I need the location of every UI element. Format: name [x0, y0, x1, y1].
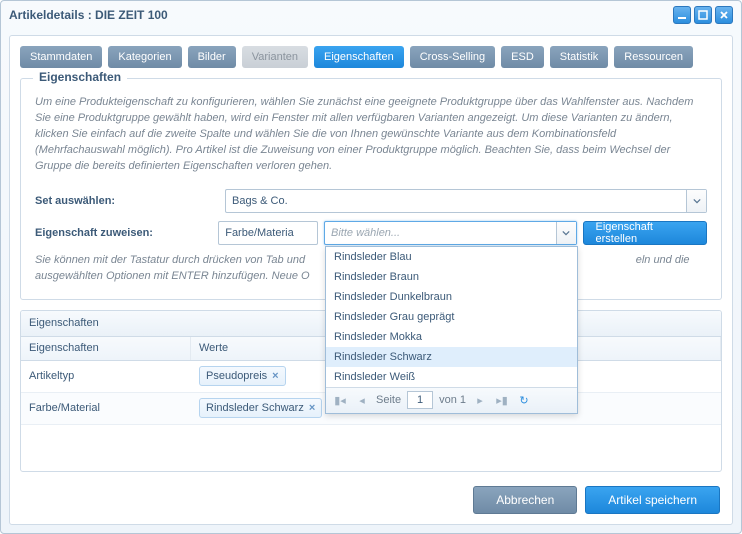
- tab-ressourcen[interactable]: Ressourcen: [614, 46, 693, 68]
- tab-bilder[interactable]: Bilder: [188, 46, 236, 68]
- assign-prop-combo[interactable]: [218, 221, 318, 245]
- assign-label: Eigenschaft zuweisen:: [35, 227, 218, 239]
- page-of: von 1: [439, 394, 466, 406]
- tab-cross-selling[interactable]: Cross-Selling: [410, 46, 495, 68]
- dropdown-item[interactable]: Rindsleder Dunkelbraun: [326, 287, 577, 307]
- tab-esd[interactable]: ESD: [501, 46, 544, 68]
- dropdown-item[interactable]: Rindsleder Blau: [326, 247, 577, 267]
- footer-buttons: Abbrechen Artikel speichern: [473, 486, 720, 514]
- window-title: Artikeldetails : DIE ZEIT 100: [9, 8, 673, 22]
- tab-kategorien[interactable]: Kategorien: [108, 46, 181, 68]
- chevron-down-icon[interactable]: [686, 190, 706, 212]
- set-select-combo[interactable]: [225, 189, 707, 213]
- value-dropdown[interactable]: Rindsleder BlauRindsleder BraunRindslede…: [325, 246, 578, 414]
- cancel-button[interactable]: Abbrechen: [473, 486, 577, 514]
- page-first-icon[interactable]: ▮◂: [332, 392, 348, 408]
- page-label: Seite: [376, 394, 401, 406]
- fieldset-legend: Eigenschaften: [33, 70, 127, 84]
- dropdown-pager: ▮◂ ◂ Seite von 1 ▸ ▸▮ ↻: [326, 387, 577, 413]
- chevron-down-icon[interactable]: [556, 222, 576, 244]
- dropdown-item[interactable]: Rindsleder Weiß: [326, 367, 577, 387]
- close-button[interactable]: [715, 6, 733, 24]
- dropdown-item[interactable]: Rindsleder Braun: [326, 267, 577, 287]
- property-name: Artikeltyp: [21, 370, 191, 382]
- dropdown-list: Rindsleder BlauRindsleder BraunRindslede…: [326, 247, 577, 387]
- value-tag: Rindsleder Schwarz×: [199, 398, 322, 418]
- window-buttons: [673, 6, 733, 24]
- assign-value-combo[interactable]: [324, 221, 577, 245]
- set-select-label: Set auswählen:: [35, 195, 225, 207]
- refresh-icon[interactable]: ↻: [516, 392, 532, 408]
- minimize-button[interactable]: [673, 6, 691, 24]
- window-body: Stammdaten Kategorien Bilder Varianten Eigen…: [9, 35, 733, 525]
- create-property-button[interactable]: Eigenschaft erstellen: [583, 221, 707, 245]
- row-assign-property: Eigenschaft zuweisen: Eigenschaft erstel…: [35, 221, 707, 245]
- remove-tag-icon[interactable]: ×: [272, 370, 278, 382]
- save-button[interactable]: Artikel speichern: [585, 486, 720, 514]
- help-text-1: Um eine Produkteigenschaft zu konfigurie…: [35, 95, 707, 175]
- row-set-select: Set auswählen:: [35, 189, 707, 213]
- tab-eigenschaften[interactable]: Eigenschaften: [314, 46, 404, 68]
- window: Artikeldetails : DIE ZEIT 100 Stammdaten…: [0, 0, 742, 534]
- tab-statistik[interactable]: Statistik: [550, 46, 609, 68]
- dropdown-item[interactable]: Rindsleder Grau geprägt: [326, 307, 577, 327]
- page-input[interactable]: [407, 391, 433, 409]
- tab-varianten: Varianten: [242, 46, 308, 68]
- dropdown-item[interactable]: Rindsleder Schwarz: [326, 347, 577, 367]
- tab-bar: Stammdaten Kategorien Bilder Varianten Eigen…: [20, 46, 722, 68]
- dropdown-item[interactable]: Rindsleder Mokka: [326, 327, 577, 347]
- titlebar: Artikeldetails : DIE ZEIT 100: [1, 1, 741, 29]
- page-last-icon[interactable]: ▸▮: [494, 392, 510, 408]
- remove-tag-icon[interactable]: ×: [309, 402, 315, 414]
- page-prev-icon[interactable]: ◂: [354, 392, 370, 408]
- grid-col-properties: Eigenschaften: [21, 337, 191, 360]
- maximize-button[interactable]: [694, 6, 712, 24]
- value-tag: Pseudopreis×: [199, 366, 286, 386]
- tab-stammdaten[interactable]: Stammdaten: [20, 46, 102, 68]
- assign-value-input[interactable]: [325, 222, 556, 244]
- property-name: Farbe/Material: [21, 402, 191, 414]
- set-select-input[interactable]: [226, 190, 686, 212]
- page-next-icon[interactable]: ▸: [472, 392, 488, 408]
